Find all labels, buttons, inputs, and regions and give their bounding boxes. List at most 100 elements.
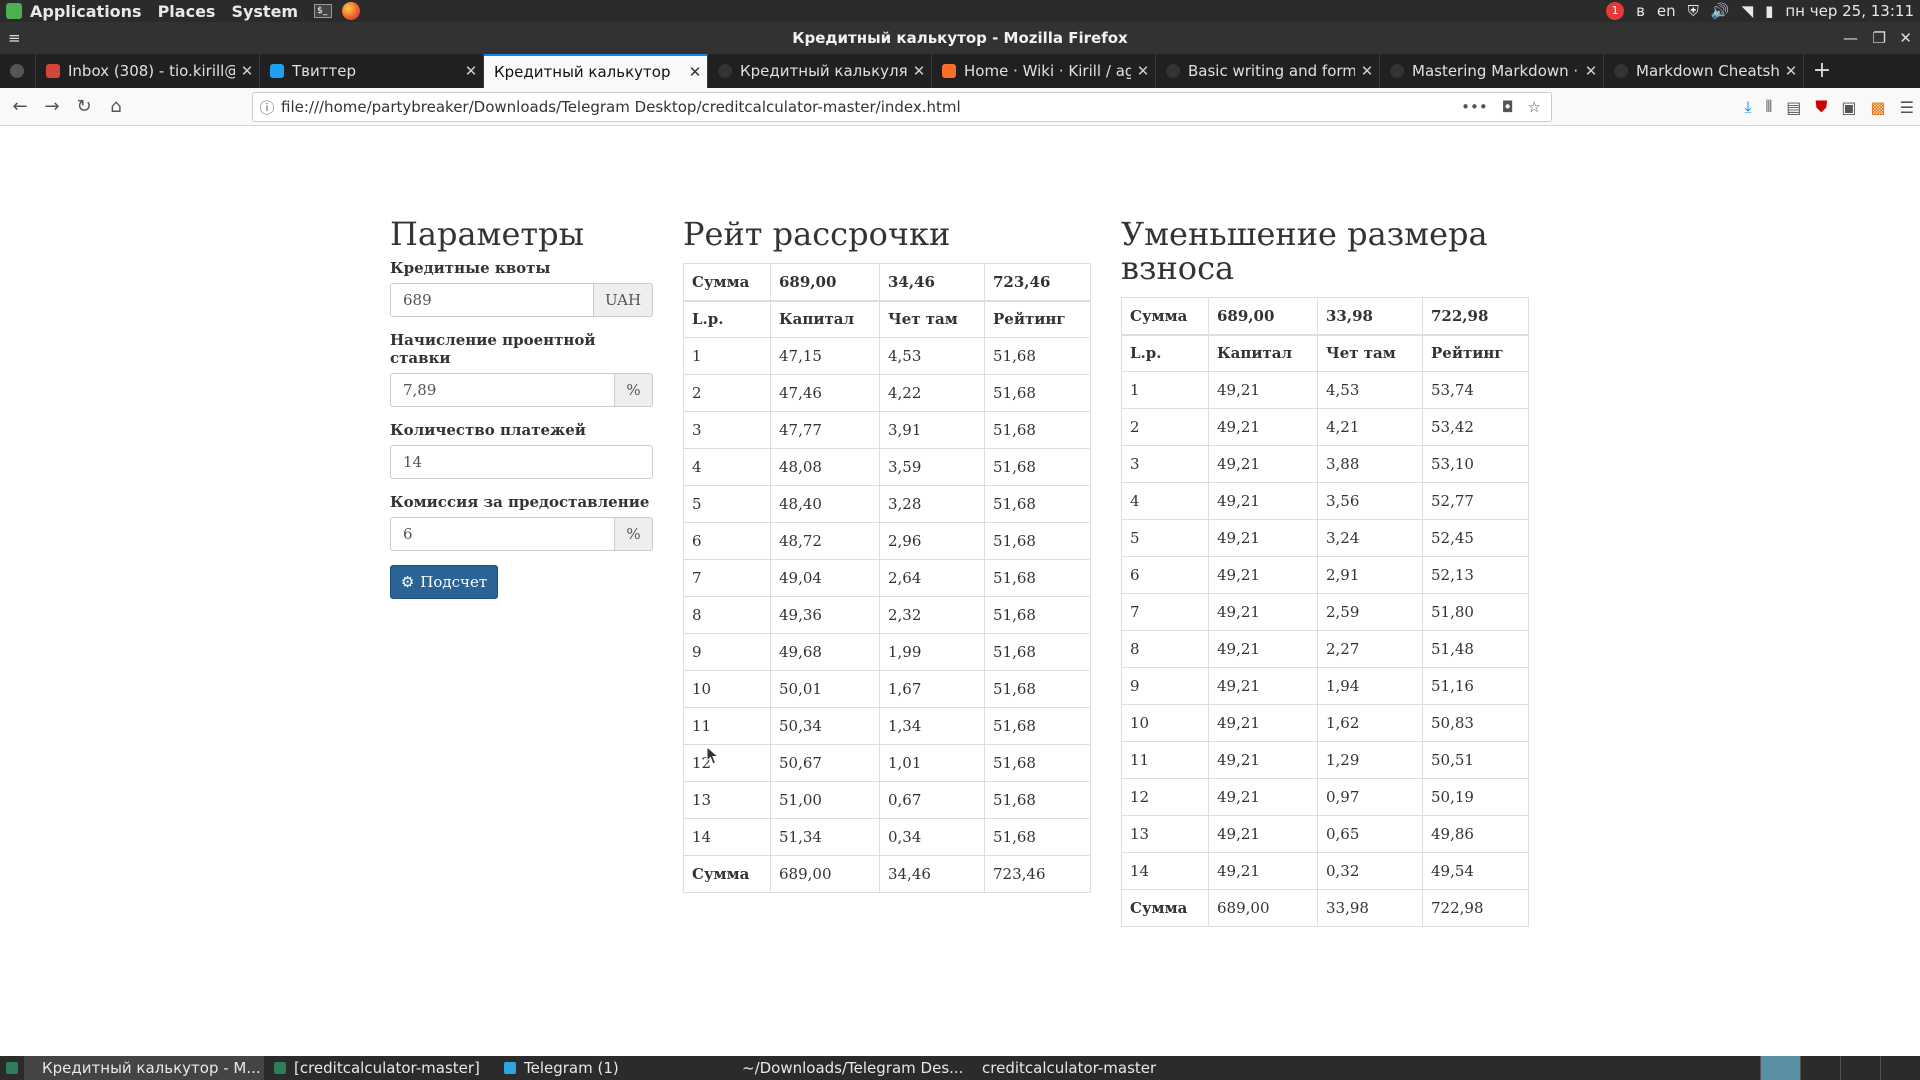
- forward-icon[interactable]: →: [36, 91, 68, 123]
- payments-count-input[interactable]: 14: [390, 445, 653, 479]
- close-tab-icon[interactable]: ✕: [235, 62, 259, 80]
- tab-credit-calculator-active[interactable]: Кредитный калькутор ✕: [484, 54, 708, 88]
- workspace-4[interactable]: [1880, 1056, 1920, 1080]
- table-cell: 49,21: [1208, 741, 1318, 779]
- commission-input[interactable]: 6: [390, 517, 615, 551]
- firefox-launcher-icon[interactable]: [342, 2, 361, 20]
- tab-gitlab-wiki[interactable]: Home · Wiki · Kirill / agro ✕: [932, 54, 1156, 88]
- page-actions-icon[interactable]: •••: [1461, 98, 1488, 116]
- minimize-button[interactable]: —: [1843, 22, 1858, 54]
- back-icon[interactable]: ←: [4, 91, 36, 123]
- close-tab-icon[interactable]: ✕: [459, 62, 483, 80]
- interest-rate-input[interactable]: 7,89: [390, 373, 615, 407]
- table-cell: 3,88: [1317, 445, 1423, 483]
- close-window-button[interactable]: ✕: [1899, 22, 1912, 54]
- wifi-icon[interactable]: ◥: [1742, 2, 1754, 20]
- table-cell: 13: [683, 781, 771, 819]
- table-cell: 2: [683, 374, 771, 412]
- shield-icon[interactable]: ⛨: [1688, 2, 1699, 20]
- bluetooth-icon[interactable]: ʙ: [1636, 2, 1645, 20]
- close-tab-icon[interactable]: ✕: [907, 62, 931, 80]
- taskbar-item[interactable]: Кредитный калькутор - M...: [24, 1056, 264, 1080]
- menu-system[interactable]: System: [223, 2, 306, 21]
- workspace-2[interactable]: [1800, 1056, 1840, 1080]
- battery-icon[interactable]: ▮: [1765, 2, 1773, 20]
- table-row: 2 49,21 4,21 53,42: [1121, 408, 1529, 446]
- terminal-launcher-icon[interactable]: $_: [314, 4, 333, 18]
- table-row: 10 49,21 1,62 50,83: [1121, 704, 1529, 742]
- calculate-button[interactable]: ⚙ Подсчет: [390, 565, 498, 599]
- volume-icon[interactable]: 🔊: [1711, 2, 1730, 20]
- tab-basic-writing[interactable]: Basic writing and formatt ✕: [1156, 54, 1380, 88]
- percent-addon: %: [615, 517, 653, 551]
- tab-credit-calculator-2[interactable]: Кредитный калькулято ✕: [708, 54, 932, 88]
- taskbar-item[interactable]: Telegram (1): [494, 1056, 724, 1080]
- table-row: 5 49,21 3,24 52,45: [1121, 519, 1529, 557]
- home-icon[interactable]: ⌂: [100, 91, 132, 123]
- credit-amount-input[interactable]: 689: [390, 283, 594, 317]
- site-info-icon[interactable]: ⓘ: [253, 97, 281, 118]
- tab-markdown-cheatsheet[interactable]: Markdown Cheatsheet · a ✕: [1604, 54, 1804, 88]
- table-cell: 49,68: [770, 633, 880, 671]
- library-icon[interactable]: ⫴: [1766, 97, 1773, 117]
- pinned-tab-github[interactable]: [0, 54, 36, 88]
- workspace-3[interactable]: [1840, 1056, 1880, 1080]
- table-row: 8 49,21 2,27 51,48: [1121, 630, 1529, 668]
- url-text[interactable]: file:///home/partybreaker/Downloads/Tele…: [281, 98, 1461, 116]
- close-tab-icon[interactable]: ✕: [1579, 62, 1603, 80]
- notification-badge[interactable]: 1: [1606, 2, 1625, 20]
- table-cell: L.p.: [1121, 334, 1209, 372]
- table-cell: 51,68: [984, 633, 1091, 671]
- interest-rate-group: Начисление проентной ставки 7,89 %: [390, 331, 653, 407]
- taskbar-item[interactable]: ~/Downloads/Telegram Des...: [724, 1056, 964, 1080]
- table-cell: 3: [1121, 445, 1209, 483]
- workspace-switcher: [1760, 1056, 1920, 1080]
- table-row: 4 49,21 3,56 52,77: [1121, 482, 1529, 520]
- close-tab-icon[interactable]: ✕: [1779, 62, 1803, 80]
- tab-inbox[interactable]: Inbox (308) - tio.kirill@gr ✕: [36, 54, 260, 88]
- show-desktop-icon[interactable]: [0, 1056, 24, 1080]
- ublock-icon[interactable]: ⛊: [1815, 97, 1827, 117]
- pocket-icon[interactable]: ◘: [1502, 98, 1514, 116]
- tab-mastering-markdown[interactable]: Mastering Markdown · Gi ✕: [1380, 54, 1604, 88]
- table-cell: 4,53: [879, 337, 985, 375]
- table-row: 1 47,15 4,53 51,68: [683, 337, 1091, 375]
- window-menu-icon[interactable]: ≡: [8, 22, 21, 54]
- table-row: 13 51,00 0,67 51,68: [683, 781, 1091, 819]
- installment-table: Сумма 689,00 34,46 723,46 L.p. Капитал Чет там…: [683, 263, 1091, 893]
- sidebar-icon[interactable]: ▤: [1786, 98, 1801, 117]
- app-icon: [504, 1062, 516, 1074]
- maximize-button[interactable]: ❐: [1873, 22, 1886, 54]
- table-cell: 47,15: [770, 337, 880, 375]
- extension-2-icon[interactable]: ▩: [1871, 98, 1886, 117]
- new-tab-button[interactable]: +: [1804, 54, 1840, 88]
- tab-label: Кредитный калькутор: [494, 63, 671, 81]
- close-tab-icon[interactable]: ✕: [1355, 62, 1379, 80]
- bookmark-star-icon[interactable]: ☆: [1528, 98, 1541, 116]
- clock[interactable]: пн чер 25, 13:11: [1785, 2, 1914, 20]
- table-cell: 51,68: [984, 522, 1091, 560]
- extension-icon[interactable]: ▣: [1841, 98, 1856, 117]
- downloads-icon[interactable]: ⤓: [1744, 97, 1751, 117]
- menu-places[interactable]: Places: [150, 2, 224, 21]
- taskbar-item[interactable]: [creditcalculator-master]: [264, 1056, 494, 1080]
- workspace-1[interactable]: [1760, 1056, 1800, 1080]
- commission-label: Комиссия за предоставление: [390, 493, 650, 511]
- table-cell: L.p.: [683, 300, 771, 338]
- table-cell: 7: [683, 559, 771, 597]
- applications-logo-icon[interactable]: [6, 3, 22, 19]
- taskbar-item[interactable]: creditcalculator-master: [964, 1056, 1164, 1080]
- table-cell: Чет там: [1317, 334, 1423, 372]
- reload-icon[interactable]: ↻: [68, 91, 100, 123]
- close-tab-icon[interactable]: ✕: [683, 63, 707, 81]
- menu-applications[interactable]: Applications: [22, 2, 150, 21]
- table-cell: Капитал: [1208, 334, 1318, 372]
- close-tab-icon[interactable]: ✕: [1131, 62, 1155, 80]
- table-cell: 51,68: [984, 744, 1091, 782]
- hamburger-menu-icon[interactable]: ☰: [1900, 98, 1914, 117]
- table-cell: 49,21: [1208, 815, 1318, 853]
- table-cell: 4,21: [1317, 408, 1423, 446]
- url-bar[interactable]: ⓘ file:///home/partybreaker/Downloads/Te…: [252, 92, 1552, 122]
- keyboard-layout[interactable]: en: [1657, 2, 1676, 20]
- tab-twitter[interactable]: Твиттер ✕: [260, 54, 484, 88]
